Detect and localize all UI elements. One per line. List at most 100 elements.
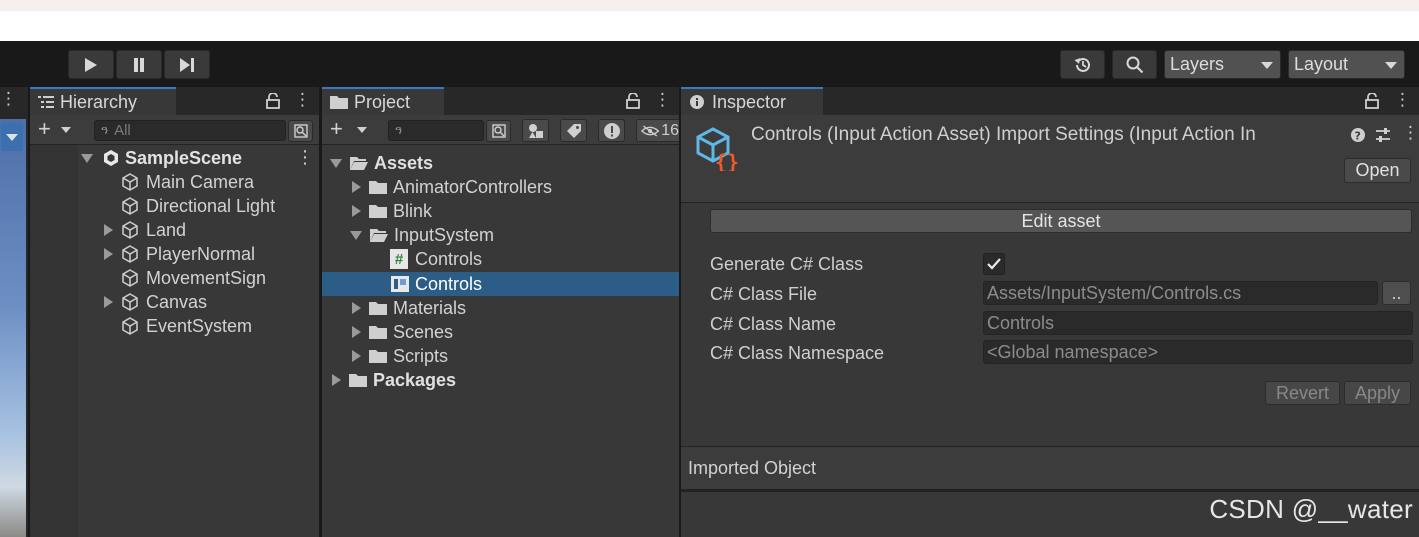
generate-class-checkbox[interactable] [983, 253, 1005, 275]
undo-history-button[interactable] [1060, 50, 1105, 79]
folder-open-icon [350, 157, 368, 170]
hierarchy-item[interactable]: Land [104, 218, 186, 242]
class-file-field[interactable]: Assets/InputSystem/Controls.cs [983, 281, 1378, 305]
more-options-icon[interactable]: ⋮ [654, 90, 671, 110]
unity-scene-icon [104, 150, 118, 166]
help-icon[interactable]: ? [1350, 127, 1366, 143]
tab-hierarchy-label: Hierarchy [60, 91, 138, 112]
hierarchy-item-label: Main Camera [146, 171, 255, 192]
preset-sliders-icon[interactable] [1375, 127, 1391, 143]
folder-open-icon [370, 229, 388, 242]
play-icon [85, 57, 97, 72]
more-options-icon[interactable]: ⋮ [1394, 90, 1411, 110]
lock-icon[interactable] [266, 93, 280, 109]
folder-icon [369, 205, 387, 218]
scene-search-icon [293, 124, 308, 138]
inspector-header: {} Controls (Input Action Asset) Import … [681, 115, 1419, 203]
chevron-down-icon [1385, 62, 1397, 69]
project-panel: Project ⋮ + ዓ 16 Assets AnimatorControll… [322, 87, 679, 537]
imported-object-section: Imported Object [681, 447, 1419, 489]
tab-project[interactable]: Project [322, 87, 444, 115]
class-namespace-label: C# Class Namespace [710, 343, 885, 363]
filter-by-label-button[interactable] [560, 119, 587, 142]
pause-button[interactable] [116, 50, 162, 79]
filter-by-log-button[interactable] [598, 119, 625, 142]
tree-item-controls-script[interactable]: # Controls [390, 247, 482, 271]
hierarchy-item[interactable]: MovementSign [104, 266, 266, 290]
hierarchy-item[interactable]: Directional Light [104, 194, 275, 218]
more-options-icon[interactable]: ⋮ [296, 147, 314, 168]
folder-icon [369, 302, 387, 315]
svg-text:?: ? [1355, 130, 1361, 143]
revert-button[interactable]: Revert [1265, 381, 1340, 405]
tree-item-materials[interactable]: Materials [352, 296, 466, 320]
step-icon [180, 57, 194, 72]
layers-dropdown[interactable]: Layers [1164, 50, 1281, 79]
lock-icon[interactable] [626, 93, 640, 109]
search-icon: ዓ [101, 123, 109, 137]
tree-item-label: Controls [415, 273, 483, 294]
history-icon [1073, 57, 1090, 72]
edit-asset-button[interactable]: Edit asset [710, 209, 1412, 233]
tree-item-scenes[interactable]: Scenes [352, 320, 453, 344]
tree-item-label: Assets [374, 152, 434, 173]
tree-item-assets[interactable]: Assets [330, 151, 433, 175]
collapsed-arrow-icon[interactable] [104, 296, 113, 308]
open-button[interactable]: Open [1344, 158, 1411, 183]
browse-button[interactable]: .. [1382, 281, 1411, 305]
tree-item-packages[interactable]: Packages [332, 368, 456, 392]
tree-item-scripts[interactable]: Scripts [352, 344, 448, 368]
play-button[interactable] [68, 50, 114, 79]
hierarchy-search-input[interactable]: ዓ All [94, 120, 286, 141]
gameobject-cube-icon [122, 269, 138, 287]
scene-row[interactable]: SampleScene ⋮ [81, 146, 319, 170]
tree-item-animator-controllers[interactable]: AnimatorControllers [352, 175, 552, 199]
collapsed-arrow-icon[interactable] [104, 224, 113, 236]
step-button[interactable] [164, 50, 210, 79]
tree-item-input-system[interactable]: InputSystem [350, 223, 494, 247]
scene-tool-dropdown[interactable] [1, 123, 23, 151]
search-by-type-button[interactable] [288, 120, 313, 142]
hierarchy-item[interactable]: Canvas [104, 290, 207, 314]
hierarchy-item[interactable]: Main Camera [104, 170, 254, 194]
create-add-button[interactable]: + [38, 118, 71, 140]
tab-inspector-label: Inspector [712, 91, 787, 112]
hierarchy-toolbar: + ዓ All [30, 115, 319, 145]
tree-item-label: Packages [373, 369, 457, 390]
inspector-title: Controls (Input Action Asset) Import Set… [751, 124, 1256, 145]
layout-dropdown[interactable]: Layout [1288, 50, 1405, 79]
class-name-field[interactable]: Controls [983, 311, 1413, 335]
hierarchy-item[interactable]: EventSystem [104, 314, 252, 338]
folder-icon [369, 326, 387, 339]
tree-item-controls-asset[interactable]: Controls [390, 272, 482, 296]
input-action-asset-icon: {} [696, 127, 739, 171]
collapsed-arrow-icon[interactable] [104, 248, 113, 260]
project-tabbar: Project ⋮ [322, 87, 679, 115]
hidden-packages-button[interactable]: 16 [636, 119, 679, 142]
filter-by-type-button[interactable] [522, 119, 549, 142]
more-options-icon[interactable]: ⋮ [294, 90, 311, 110]
tab-inspector[interactable]: Inspector [681, 87, 823, 115]
more-options-icon[interactable]: ⋮ [0, 89, 17, 109]
info-icon [690, 95, 704, 109]
apply-button[interactable]: Apply [1344, 381, 1411, 405]
chevron-down-icon [1261, 62, 1273, 69]
lock-icon[interactable] [1365, 93, 1379, 109]
class-namespace-field[interactable]: <Global namespace> [983, 340, 1413, 364]
collapsed-arrow-icon [352, 350, 361, 362]
tree-item-blink[interactable]: Blink [352, 199, 432, 223]
hierarchy-item-label: Directional Light [146, 195, 276, 216]
imported-object-label: Imported Object [688, 458, 817, 478]
search-by-type-button[interactable] [486, 120, 511, 142]
more-options-icon[interactable]: ⋮ [1402, 123, 1419, 143]
search-button[interactable] [1112, 50, 1157, 79]
create-add-button[interactable]: + [330, 118, 367, 140]
tab-hierarchy[interactable]: Hierarchy [30, 87, 176, 115]
project-search-input[interactable]: ዓ [388, 120, 484, 141]
hierarchy-item[interactable]: PlayerNormal [104, 242, 255, 266]
search-icon: ዓ [395, 123, 403, 137]
collapsed-arrow-icon [352, 205, 361, 217]
gameobject-cube-icon [122, 197, 138, 215]
gameobject-cube-icon [122, 293, 138, 311]
scene-viewport[interactable] [0, 119, 26, 537]
